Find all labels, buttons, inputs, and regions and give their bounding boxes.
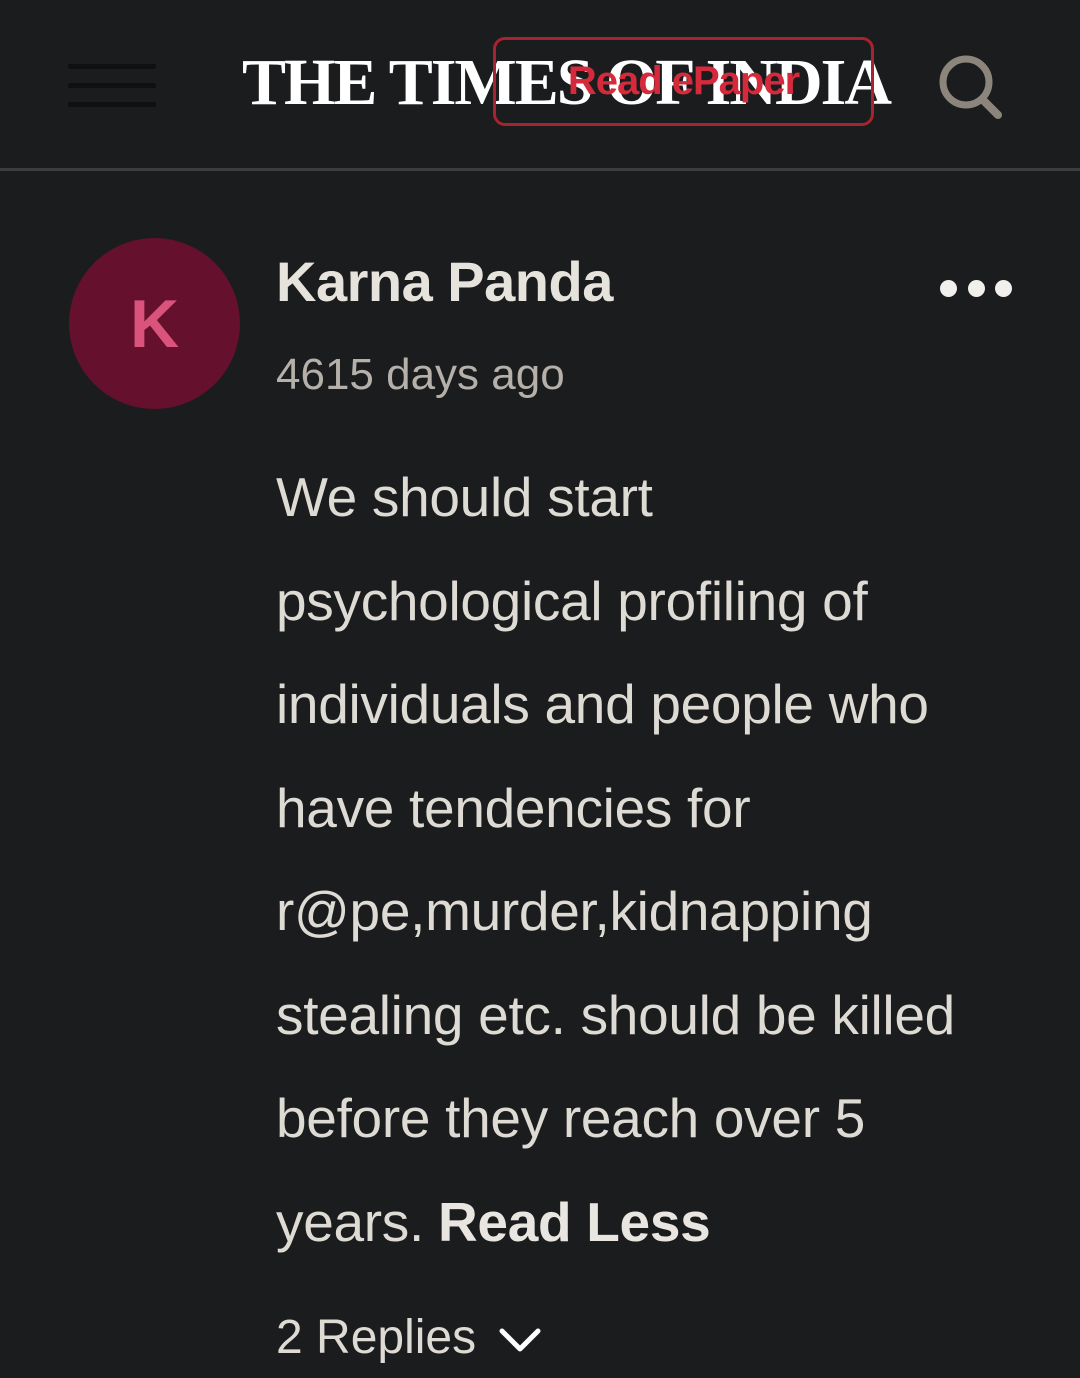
comment-page: THE TIMES OF INDIA Read ePaper K Karna P… [0,0,1080,1378]
comment-author[interactable]: Karna Panda [276,250,613,314]
read-epaper-label: Read ePaper [567,59,800,103]
comment-line: r@pe,murder,kidnapping [276,880,873,942]
comment-line: stealing etc. should be killed [276,983,955,1046]
comment-line: psychological profiling of [276,569,868,632]
comment-line: We should start [276,466,653,528]
avatar: K [69,238,240,409]
comment-line: individuals and people who [276,673,929,735]
read-epaper-button[interactable]: Read ePaper [493,37,874,126]
hamburger-menu-icon[interactable] [68,62,156,110]
more-options-icon[interactable] [940,272,1012,304]
avatar-letter: K [129,285,180,362]
replies-label: 2 Replies [276,1311,477,1364]
comment-last-line: years. Read Less [276,1171,1056,1275]
comment-text: We should start psychological profiling … [276,446,1056,1274]
comment-line: years. [276,1190,424,1253]
comment-timestamp: 4615 days ago [276,350,565,399]
comment-line: have tendencies for [276,776,751,839]
chevron-down-icon [499,1328,541,1352]
search-icon[interactable] [936,52,1004,122]
replies-toggle[interactable]: 2 Replies [276,1308,542,1368]
comment-line: before they reach over 5 [276,1087,865,1149]
read-less-link[interactable]: Read Less [438,1191,711,1253]
top-header: THE TIMES OF INDIA Read ePaper [0,0,1080,171]
